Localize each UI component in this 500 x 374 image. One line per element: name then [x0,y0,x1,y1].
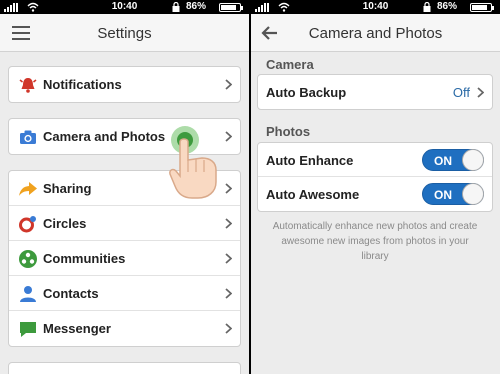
photos-settings-group: Auto Enhance ON Auto Awesome ON [257,142,493,212]
auto-enhance-row: Auto Enhance ON [258,143,492,177]
toggle-state-label: ON [434,188,452,202]
rotation-lock-icon [423,2,431,12]
battery-percent: 86% [186,1,207,12]
section-title-photos: Photos [266,124,311,139]
settings-group-notifications: Notifications [8,66,241,103]
battery-icon [219,3,243,12]
auto-enhance-toggle[interactable]: ON [422,149,484,171]
settings-item-label: Messenger [43,321,111,336]
settings-item-label: Circles [43,216,87,231]
page-title: Camera and Photos [308,25,443,42]
share-arrow-icon [19,182,37,196]
settings-item-communities[interactable]: Communities [9,241,240,276]
settings-item-notifications[interactable]: Notifications [9,67,240,102]
tap-gesture-hand-icon [169,126,217,199]
circles-icon [19,216,36,233]
status-bar: 10:40 86% [251,0,500,14]
settings-screen: 10:40 86% Settings Notifications Camera … [0,0,249,374]
chevron-right-icon [225,218,232,229]
status-bar: 10:40 86% [0,0,249,14]
settings-item-messenger[interactable]: Messenger [9,311,240,346]
battery-percent: 86% [437,1,458,12]
chevron-right-icon [225,183,232,194]
auto-awesome-row: Auto Awesome ON [258,177,492,211]
rotation-lock-icon [172,2,180,12]
section-title-camera: Camera [266,57,314,72]
speech-bubble-icon [20,322,36,337]
settings-item-label: Communities [43,251,126,266]
toggle-knob [462,183,484,205]
camera-icon [20,130,36,144]
chevron-right-icon [225,323,232,334]
alarm-bell-icon [19,78,37,93]
settings-item-label: Sharing [43,181,92,196]
photos-description: Automatically enhance new photos and cre… [272,221,478,262]
communities-icon [19,250,37,268]
camera-and-photos-screen: 10:40 86% Camera and Photos Camera Auto … [251,0,500,374]
settings-item-label: Camera and Photos [43,129,166,144]
auto-awesome-toggle[interactable]: ON [422,183,484,205]
auto-backup-value: Off [452,85,470,100]
settings-item-circles[interactable]: Circles [9,206,240,241]
toggle-state-label: ON [434,154,452,168]
auto-awesome-label: Auto Awesome [266,187,360,202]
chevron-right-icon [477,87,484,98]
person-icon [20,286,36,302]
app-header: Camera and Photos [251,14,500,52]
chevron-right-icon [225,253,232,264]
battery-icon [470,3,494,12]
auto-backup-row[interactable]: Auto Backup Off [258,75,492,109]
settings-item-label: Notifications [43,77,122,92]
settings-item-label: Contacts [43,286,99,301]
chevron-right-icon [225,131,232,142]
toggle-knob [462,149,484,171]
page-title: Settings [97,25,152,42]
app-header: Settings [0,14,249,52]
chevron-right-icon [225,79,232,90]
chevron-right-icon [225,288,232,299]
auto-backup-label: Auto Backup [266,85,347,100]
status-time: 10:40 [111,1,138,12]
auto-enhance-label: Auto Enhance [266,153,354,168]
camera-settings-group: Auto Backup Off [257,74,493,110]
settings-group-more [8,362,241,374]
status-time: 10:40 [362,1,389,12]
settings-item-contacts[interactable]: Contacts [9,276,240,311]
